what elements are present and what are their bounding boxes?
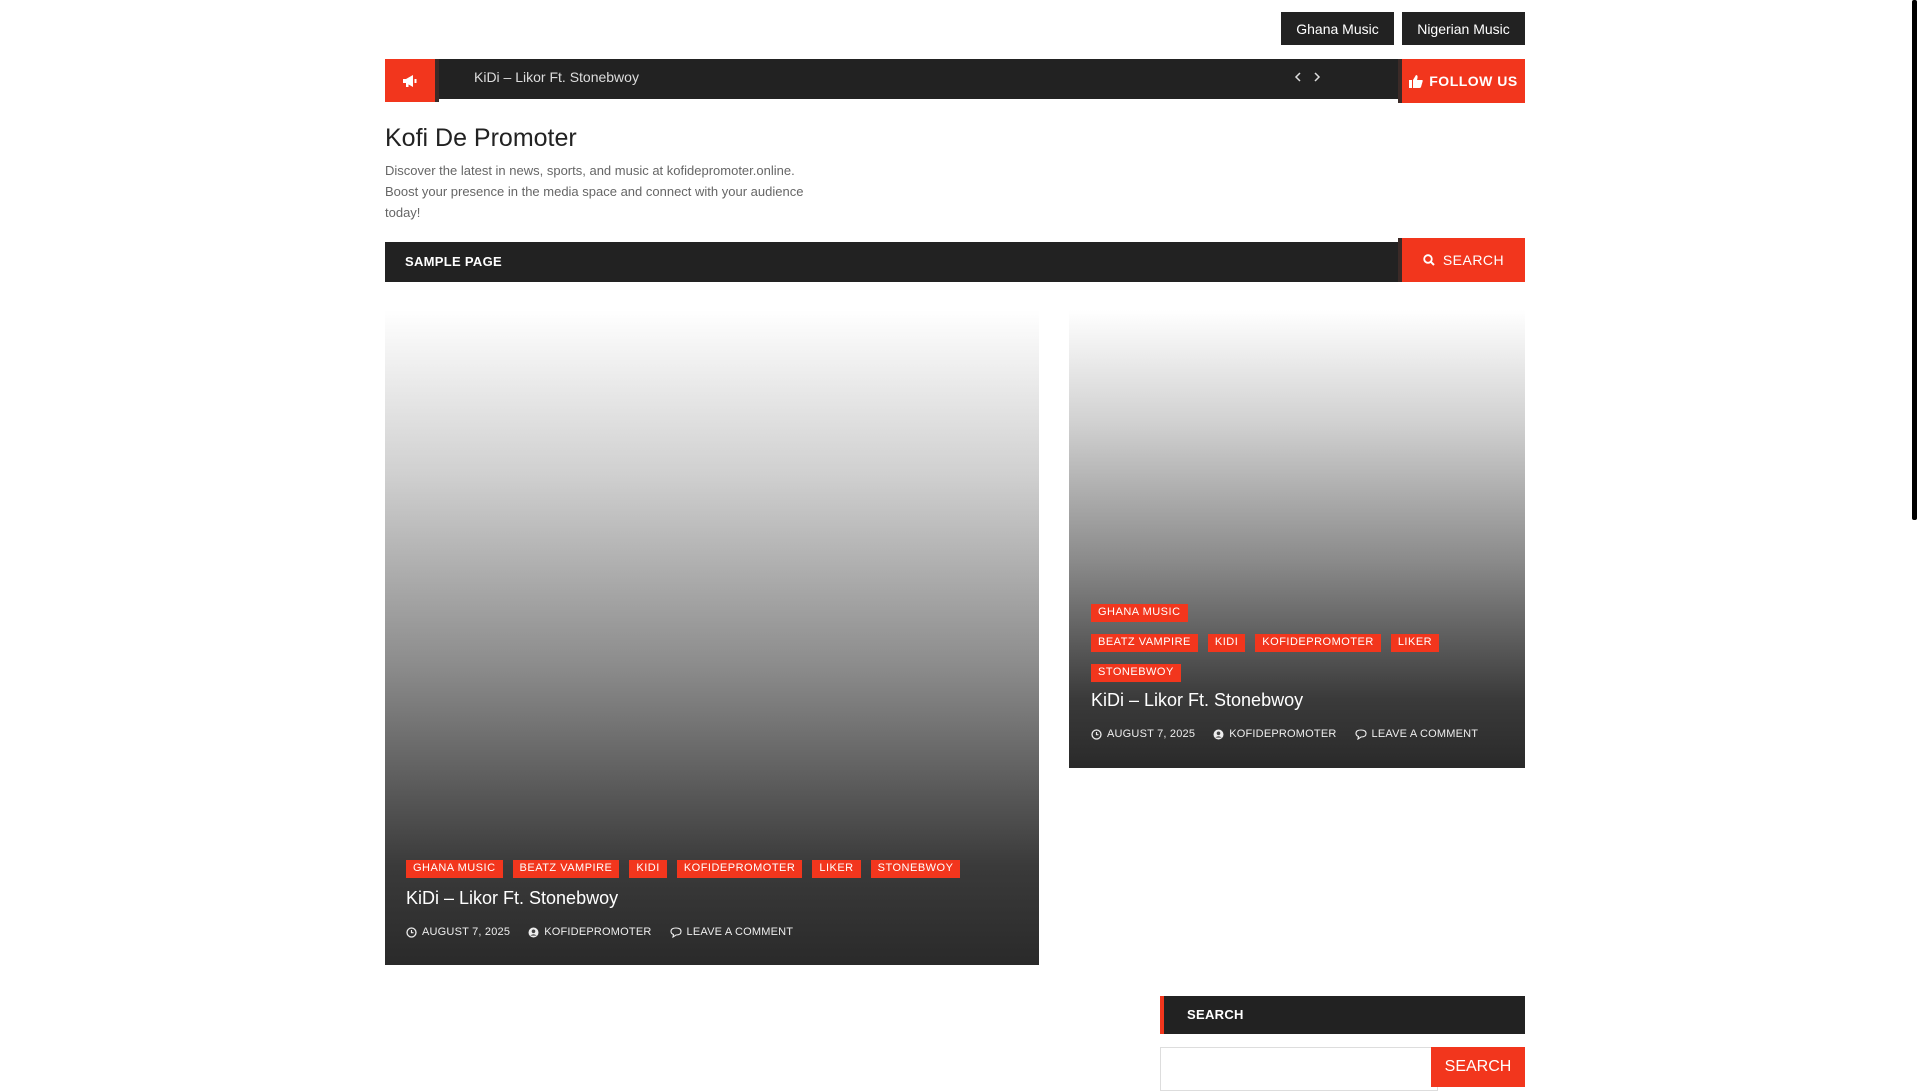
post-meta: AUGUST 7, 2025 KOFIDEPROMOTER LEAVE A CO… [406, 926, 793, 938]
ticker-prev-icon[interactable] [1294, 70, 1302, 86]
post-date[interactable]: AUGUST 7, 2025 [406, 926, 510, 938]
post-comments[interactable]: LEAVE A COMMENT [669, 926, 794, 938]
post-tags: GHANA MUSIC BEATZ VAMPIRE KIDI KOFIDEPRO… [1091, 604, 1511, 682]
search-icon [1423, 254, 1435, 266]
post-comments-text: LEAVE A COMMENT [1371, 728, 1479, 740]
post-title[interactable]: KiDi – Likor Ft. Stonebwoy [406, 888, 618, 909]
ticker-next-icon[interactable] [1313, 70, 1321, 86]
tag-kofidepromoter[interactable]: KOFIDEPROMOTER [1255, 634, 1381, 652]
tag-kidi[interactable]: KIDI [1207, 634, 1246, 652]
search-input[interactable] [1160, 1047, 1438, 1091]
user-icon [1213, 729, 1224, 739]
page-scrollbar-thumb[interactable] [1912, 0, 1917, 520]
clock-icon [1091, 728, 1102, 740]
follow-us-button[interactable]: FOLLOW US [1402, 59, 1525, 103]
post-author[interactable]: KOFIDEPROMOTER [1213, 728, 1336, 740]
follow-us-label: FOLLOW US [1429, 73, 1518, 89]
thumbs-up-icon [1409, 74, 1423, 88]
post-meta: AUGUST 7, 2025 KOFIDEPROMOTER LEAVE A CO… [1091, 728, 1478, 740]
search-button-label: SEARCH [1442, 252, 1505, 268]
tag-stonebwoy[interactable]: STONEBWOY [870, 860, 961, 878]
tag-kidi[interactable]: KIDI [629, 860, 667, 878]
post-comments[interactable]: LEAVE A COMMENT [1354, 728, 1479, 740]
nav-sample-page[interactable]: SAMPLE PAGE [405, 242, 502, 282]
comment-icon [1354, 728, 1367, 740]
post-comments-text: LEAVE A COMMENT [686, 926, 794, 938]
tag-ghana-music[interactable]: GHANA MUSIC [406, 860, 503, 878]
post-author-text: KOFIDEPROMOTER [544, 926, 652, 938]
post-title[interactable]: KiDi – Likor Ft. Stonebwoy [1091, 690, 1303, 711]
ticker-headline-link[interactable]: KiDi – Likor Ft. Stonebwoy [474, 59, 639, 99]
user-icon [528, 927, 539, 937]
post-date-text: AUGUST 7, 2025 [422, 926, 511, 938]
site-description: Discover the latest in news, sports, and… [385, 163, 804, 220]
top-menu-ghana-music[interactable]: Ghana Music [1281, 12, 1394, 45]
post-date-text: AUGUST 7, 2025 [1107, 728, 1196, 740]
tag-liker[interactable]: LIKER [1390, 634, 1440, 652]
tag-beatz-vampire[interactable]: BEATZ VAMPIRE [1091, 634, 1198, 652]
site-title[interactable]: Kofi De Promoter [385, 124, 577, 153]
post-date[interactable]: AUGUST 7, 2025 [1091, 728, 1195, 740]
header-search-button[interactable]: SEARCH [1402, 238, 1525, 282]
megaphone-icon [385, 59, 435, 102]
tag-ghana-music[interactable]: GHANA MUSIC [1091, 604, 1188, 622]
search-submit-button[interactable]: SEARCH [1431, 1047, 1525, 1087]
tag-liker[interactable]: LIKER [812, 860, 861, 878]
search-widget-title: SEARCH [1187, 1007, 1244, 1022]
top-menu-nigerian-music[interactable]: Nigerian Music [1402, 12, 1525, 45]
tag-kofidepromoter[interactable]: KOFIDEPROMOTER [676, 860, 803, 878]
clock-icon [406, 926, 417, 938]
comment-icon [669, 926, 682, 938]
main-navigation [385, 242, 1403, 282]
post-author[interactable]: KOFIDEPROMOTER [528, 926, 651, 938]
post-tags: GHANA MUSIC BEATZ VAMPIRE KIDI KOFIDEPRO… [406, 860, 961, 878]
tag-stonebwoy[interactable]: STONEBWOY [1091, 664, 1181, 682]
post-author-text: KOFIDEPROMOTER [1229, 728, 1337, 740]
tag-beatz-vampire[interactable]: BEATZ VAMPIRE [512, 860, 620, 878]
